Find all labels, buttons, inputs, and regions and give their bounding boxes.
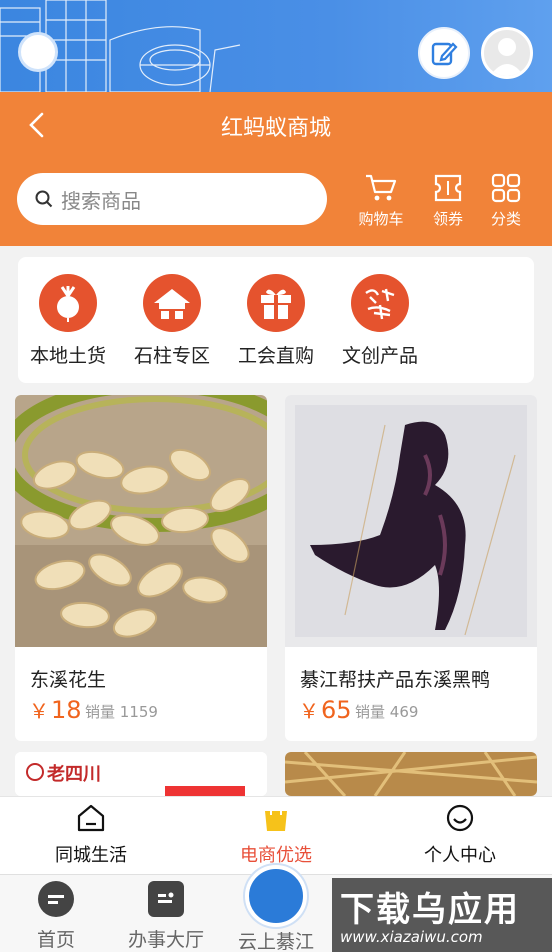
house-icon [143, 274, 201, 332]
sales-count: 1159 [119, 703, 158, 721]
category-label: 石柱专区 [133, 345, 210, 367]
shopping-bag-icon [265, 811, 287, 831]
sales-label: 销量 [85, 703, 116, 721]
product-card[interactable]: 老四川 [15, 752, 267, 796]
tab-label: 同城生活 [55, 845, 127, 866]
coupon-button[interactable]: 领券 [418, 172, 478, 229]
app-logo-icon[interactable] [245, 865, 307, 927]
product-sales: 销量 1159 [85, 701, 158, 722]
shop-tab-bar: 同城生活 电商优选 个人中心 [0, 796, 552, 874]
orange-header: 红蚂蚁商城 搜索商品 购物车 领券 分类 [0, 92, 552, 246]
smile-icon [446, 804, 474, 832]
user-avatar-icon [490, 38, 524, 76]
calligraphy-icon [351, 274, 409, 332]
cart-label: 购物车 [358, 210, 404, 228]
cart-icon [366, 174, 397, 201]
edit-button[interactable] [418, 27, 470, 79]
nav-label: 办事大厅 [127, 929, 204, 951]
page-title: 红蚂蚁商城 [220, 116, 331, 141]
price-value: 18 [51, 696, 82, 724]
nav-home[interactable]: 首页 [6, 881, 106, 952]
category-shizhu[interactable]: 石柱专区 [122, 274, 222, 368]
watermark: 下载乌应用 www.xiazaiwu.com [332, 878, 552, 952]
tab-city-life[interactable]: 同城生活 [31, 803, 151, 867]
product-image [285, 752, 537, 796]
nav-label: 首页 [36, 929, 75, 951]
watermark-url: www.xiazaiwu.com [340, 928, 483, 946]
currency-symbol: ￥ [299, 699, 319, 723]
home-icon [77, 804, 105, 832]
category-label: 工会直购 [237, 345, 314, 367]
id-card-icon [148, 881, 184, 917]
category-label: 分类 [490, 210, 521, 228]
chat-bubble-icon [38, 881, 74, 917]
search-placeholder: 搜索商品 [61, 188, 141, 213]
tab-ecommerce[interactable]: 电商优选 [216, 803, 336, 867]
category-label: 文创产品 [341, 345, 418, 367]
brand-logo-text: 老四川 [47, 764, 101, 785]
app-logo-icon [18, 32, 58, 72]
nav-service-hall[interactable]: 办事大厅 [116, 881, 216, 952]
currency-symbol: ￥ [29, 699, 49, 723]
product-image [15, 395, 267, 647]
product-card[interactable]: 綦江帮扶产品东溪黑鸭 ￥65 销量 469 [285, 395, 537, 741]
product-price: ￥65 [299, 695, 352, 724]
avatar[interactable] [481, 27, 533, 79]
edit-icon [431, 42, 458, 66]
search-input[interactable]: 搜索商品 [17, 173, 327, 225]
nav-cloud-qijiang[interactable]: 云上綦江 [226, 927, 326, 952]
category-panel: 本地土货 石柱专区 工会直购 文创产品 [18, 257, 534, 383]
grid-icon [491, 173, 521, 203]
search-icon [35, 190, 53, 208]
category-cultural[interactable]: 文创产品 [330, 274, 430, 368]
coupon-label: 领券 [432, 210, 463, 228]
price-value: 65 [321, 696, 352, 724]
sales-count: 469 [389, 703, 419, 721]
product-name: 綦江帮扶产品东溪黑鸭 [300, 669, 491, 691]
product-name: 东溪花生 [30, 669, 107, 691]
sales-label: 销量 [355, 703, 386, 721]
product-card[interactable]: 东溪花生 ￥18 销量 1159 [15, 395, 267, 741]
product-card[interactable] [285, 752, 537, 796]
product-sales: 销量 469 [355, 701, 418, 722]
category-button[interactable]: 分类 [476, 172, 536, 229]
product-price: ￥18 [29, 695, 82, 724]
header-banner [0, 0, 552, 92]
category-label: 本地土货 [29, 345, 106, 367]
radish-icon [39, 274, 97, 332]
category-union[interactable]: 工会直购 [226, 274, 326, 368]
watermark-title: 下载乌应用 [340, 890, 520, 930]
product-image [285, 395, 537, 647]
nav-label: 云上綦江 [237, 931, 314, 952]
coupon-icon [434, 174, 462, 202]
category-local-goods[interactable]: 本地土货 [18, 274, 118, 368]
gift-icon [247, 274, 305, 332]
tab-label: 个人中心 [424, 845, 496, 866]
tab-personal[interactable]: 个人中心 [400, 803, 520, 867]
cart-button[interactable]: 购物车 [351, 172, 411, 229]
tab-label: 电商优选 [240, 845, 312, 866]
